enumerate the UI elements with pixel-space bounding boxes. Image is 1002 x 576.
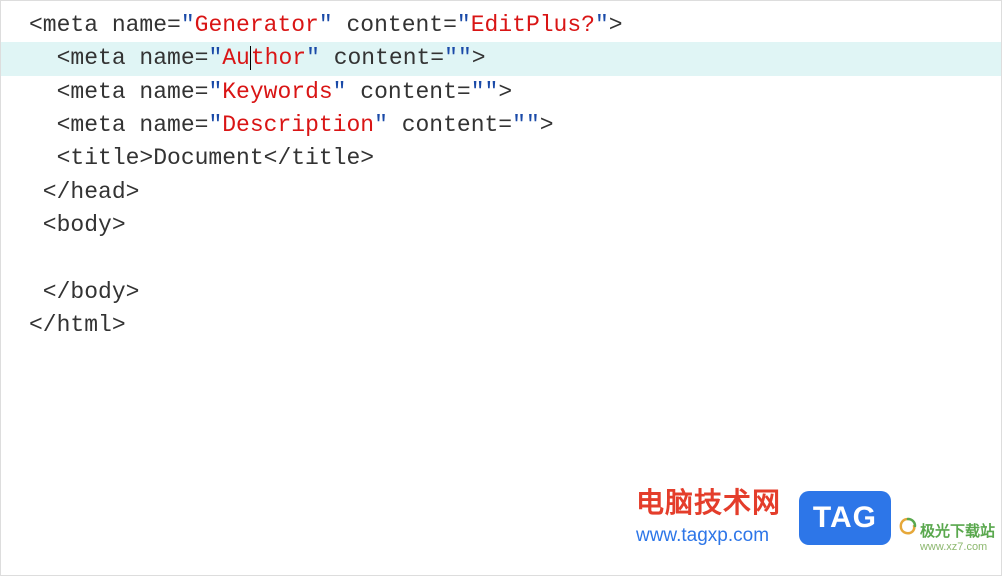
code-text: <body> [29,212,126,238]
code-line[interactable]: </head> [1,176,1001,209]
code-line-active[interactable]: <meta name="Author" content=""> [1,42,1001,75]
quote: " [512,112,526,138]
watermark2-title: 极光下载站 [920,523,995,540]
quote: " [306,45,320,71]
quote: " [595,12,609,38]
code-editor[interactable]: <meta name="Generator" content="EditPlus… [1,1,1001,342]
code-text: > [540,112,554,138]
code-text: > [498,79,512,105]
code-line[interactable] [1,242,1001,275]
code-text: </head> [29,179,139,205]
quote: " [208,45,222,71]
code-line[interactable]: <meta name="Generator" content="EditPlus… [1,9,1001,42]
attr-value: thor [251,45,306,71]
attr-value: Au [222,45,250,71]
quote: " [458,45,472,71]
code-line[interactable]: <body> [1,209,1001,242]
code-text: content= [320,45,444,71]
code-text: <meta name= [29,79,208,105]
code-text: <meta name= [29,45,208,71]
watermark-badge: TAG [799,491,891,545]
code-text: content= [346,79,470,105]
quote: " [181,12,195,38]
quote: " [444,45,458,71]
code-text: <meta name= [29,12,181,38]
code-line[interactable]: <meta name="Keywords" content=""> [1,76,1001,109]
code-text: </html> [29,312,126,338]
code-text [29,245,57,271]
swirl-icon [898,516,918,543]
attr-value: Generator [195,12,319,38]
quote: " [333,79,347,105]
text-cursor [250,46,251,70]
code-line[interactable]: <meta name="Description" content=""> [1,109,1001,142]
code-text: > [609,12,623,38]
quote: " [374,112,388,138]
quote: " [208,79,222,105]
watermark2-url: www.xz7.com [920,541,995,553]
quote: " [319,12,333,38]
watermark-url: www.tagxp.com [636,525,781,547]
code-text: <title>Document</title> [29,145,374,171]
quote: " [485,79,499,105]
attr-value: Keywords [222,79,332,105]
quote: " [526,112,540,138]
quote: " [457,12,471,38]
watermark-secondary: 极光下载站 www.xz7.com [898,515,995,553]
code-text: content= [388,112,512,138]
watermark-title: 电脑技术网 [636,481,781,521]
attr-value: EditPlus? [471,12,595,38]
watermark-primary: 电脑技术网 www.tagxp.com [636,481,781,547]
quote: " [471,79,485,105]
code-text: > [472,45,486,71]
quote: " [208,112,222,138]
code-text: </body> [29,279,139,305]
code-line[interactable]: </body> [1,276,1001,309]
attr-value: Description [222,112,374,138]
code-line[interactable]: </html> [1,309,1001,342]
code-line[interactable]: <title>Document</title> [1,142,1001,175]
code-text: <meta name= [29,112,208,138]
code-text: content= [333,12,457,38]
